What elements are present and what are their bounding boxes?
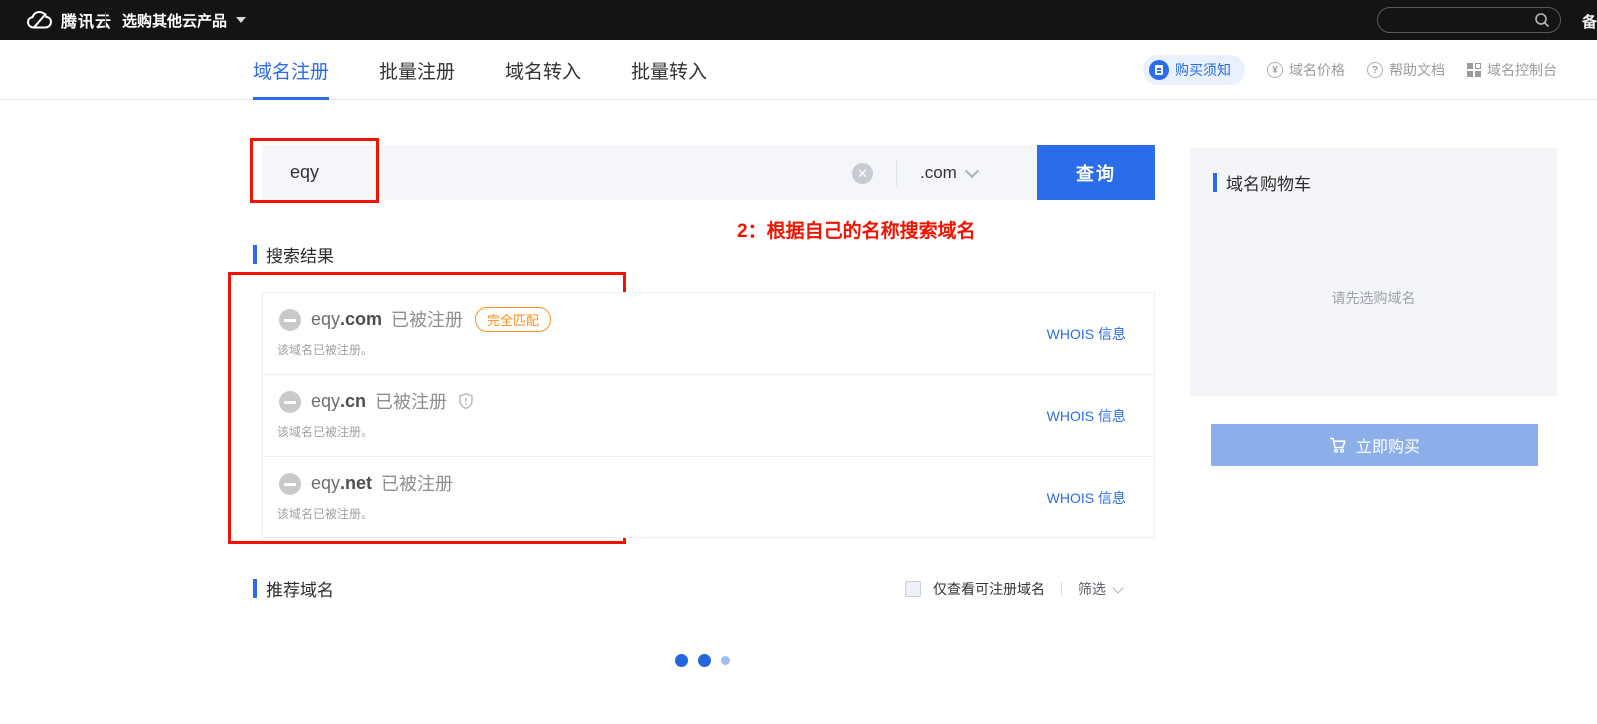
- search-results-panel: eqy .com 已被注册 完全匹配 该域名已被注册。 WHOIS 信息 eqy…: [262, 292, 1155, 538]
- chevron-down-icon: [1112, 582, 1123, 593]
- results-title-text: 搜索结果: [266, 242, 334, 267]
- tld-selected-value: .com: [920, 163, 957, 183]
- domain-prefix: eqy: [311, 309, 340, 330]
- tld-select[interactable]: .com: [920, 145, 977, 200]
- question-circle-icon: ?: [1367, 62, 1383, 78]
- minus-circle-icon: [279, 391, 301, 413]
- shield-icon: [457, 392, 475, 410]
- yen-circle-icon: ¥: [1267, 62, 1283, 78]
- whois-link[interactable]: WHOIS 信息: [1047, 406, 1126, 426]
- tab-domain-transfer-in[interactable]: 域名转入: [505, 40, 581, 100]
- carousel-dots: [675, 654, 730, 667]
- domain-cart-panel: 域名购物车 请先选购域名: [1190, 148, 1557, 396]
- buy-now-label: 立即购买: [1356, 433, 1420, 457]
- domain-tld: .net: [340, 473, 372, 494]
- search-icon[interactable]: [1534, 12, 1550, 28]
- filter-dropdown-label: 筛选: [1078, 579, 1106, 599]
- navbar: 域名注册 批量注册 域名转入 批量转入 购买须知 ¥ 域名价格 ? 帮助文档 域…: [0, 40, 1597, 100]
- recommend-filter-row: 仅查看可注册域名 筛选: [905, 579, 1122, 599]
- cart-title-text: 域名购物车: [1226, 170, 1311, 195]
- filter-dropdown[interactable]: 筛选: [1078, 579, 1122, 599]
- filter-divider: [1061, 582, 1062, 596]
- domain-price-link[interactable]: ¥ 域名价格: [1267, 60, 1345, 80]
- result-note: 该域名已被注册。: [277, 341, 373, 358]
- notice-icon: [1149, 60, 1169, 80]
- purchase-notice-label: 购买须知: [1175, 60, 1231, 80]
- topbar-products-menu-label: 选购其他云产品: [122, 10, 227, 31]
- result-row-eqy-cn: eqy .cn 已被注册 该域名已被注册。 WHOIS 信息: [263, 375, 1154, 457]
- topbar: 腾讯云 选购其他云产品 备: [0, 0, 1597, 40]
- cart-empty-text: 请先选购域名: [1190, 288, 1557, 308]
- cart-icon: [1329, 437, 1347, 454]
- carousel-dot-2[interactable]: [698, 654, 711, 667]
- help-docs-label: 帮助文档: [1389, 60, 1445, 80]
- tab-domain-register[interactable]: 域名注册: [253, 40, 329, 100]
- tab-batch-register[interactable]: 批量注册: [379, 40, 455, 100]
- annotation-box-search-input: [250, 138, 379, 203]
- recommend-title-text: 推荐域名: [266, 576, 334, 601]
- query-button[interactable]: 查询: [1037, 145, 1155, 200]
- registrable-only-checkbox[interactable]: [905, 581, 921, 597]
- section-accent-bar: [1213, 173, 1217, 192]
- exact-match-badge: 完全匹配: [475, 307, 551, 332]
- result-row-eqy-com: eqy .com 已被注册 完全匹配 该域名已被注册。 WHOIS 信息: [263, 293, 1154, 375]
- tencent-cloud-logo-icon: [26, 11, 53, 30]
- topbar-products-menu[interactable]: 选购其他云产品: [122, 0, 246, 40]
- topbar-search[interactable]: [1377, 7, 1561, 33]
- carousel-dot-3[interactable]: [721, 656, 730, 665]
- minus-circle-icon: [279, 473, 301, 495]
- brand[interactable]: 腾讯云: [26, 0, 112, 40]
- result-title: eqy .net 已被注册: [311, 470, 453, 496]
- result-title: eqy .com 已被注册 完全匹配: [311, 306, 551, 332]
- cart-title: 域名购物车: [1213, 170, 1311, 195]
- grid-icon: [1467, 63, 1481, 77]
- tab-batch-transfer-in[interactable]: 批量转入: [631, 40, 707, 100]
- domain-status: 已被注册: [375, 388, 447, 414]
- domain-console-label: 域名控制台: [1487, 60, 1557, 80]
- section-accent-bar: [253, 245, 257, 264]
- chevron-down-icon: [236, 17, 246, 23]
- buy-now-button[interactable]: 立即购买: [1211, 424, 1538, 466]
- help-docs-link[interactable]: ? 帮助文档: [1367, 60, 1445, 80]
- nav-links: 购买须知 ¥ 域名价格 ? 帮助文档 域名控制台: [1143, 40, 1557, 100]
- section-accent-bar: [253, 579, 257, 598]
- page: 腾讯云 选购其他云产品 备 域名注册 批量注册 域名转入 批量转入: [0, 0, 1597, 724]
- search-divider: [896, 160, 897, 186]
- whois-link[interactable]: WHOIS 信息: [1047, 488, 1126, 508]
- tab-bar: 域名注册 批量注册 域名转入 批量转入: [253, 40, 707, 100]
- domain-console-link[interactable]: 域名控制台: [1467, 60, 1557, 80]
- minus-circle-icon: [279, 309, 301, 331]
- registrable-only-label: 仅查看可注册域名: [933, 579, 1045, 599]
- results-section-title: 搜索结果: [253, 242, 334, 267]
- domain-status: 已被注册: [381, 470, 453, 496]
- carousel-dot-1[interactable]: [675, 654, 688, 667]
- domain-tld: .com: [340, 309, 382, 330]
- domain-price-label: 域名价格: [1289, 60, 1345, 80]
- annotation-step-text: 2：根据自己的名称搜索域名: [737, 216, 976, 243]
- purchase-notice-link[interactable]: 购买须知: [1143, 55, 1245, 85]
- chevron-down-icon: [965, 163, 979, 177]
- topbar-partial-menu-item[interactable]: 备: [1582, 11, 1597, 32]
- clear-input-icon[interactable]: ✕: [852, 163, 873, 184]
- result-note: 该域名已被注册。: [277, 505, 373, 522]
- topbar-search-input[interactable]: [1390, 9, 1530, 31]
- domain-tld: .cn: [340, 391, 366, 412]
- whois-link[interactable]: WHOIS 信息: [1047, 324, 1126, 344]
- domain-status: 已被注册: [391, 306, 463, 332]
- domain-prefix: eqy: [311, 473, 340, 494]
- topbar-divider: [105, 12, 106, 28]
- domain-prefix: eqy: [311, 391, 340, 412]
- result-row-eqy-net: eqy .net 已被注册 该域名已被注册。 WHOIS 信息: [263, 457, 1154, 539]
- result-note: 该域名已被注册。: [277, 423, 373, 440]
- result-title: eqy .cn 已被注册: [311, 388, 475, 414]
- recommend-section-title: 推荐域名: [253, 576, 334, 601]
